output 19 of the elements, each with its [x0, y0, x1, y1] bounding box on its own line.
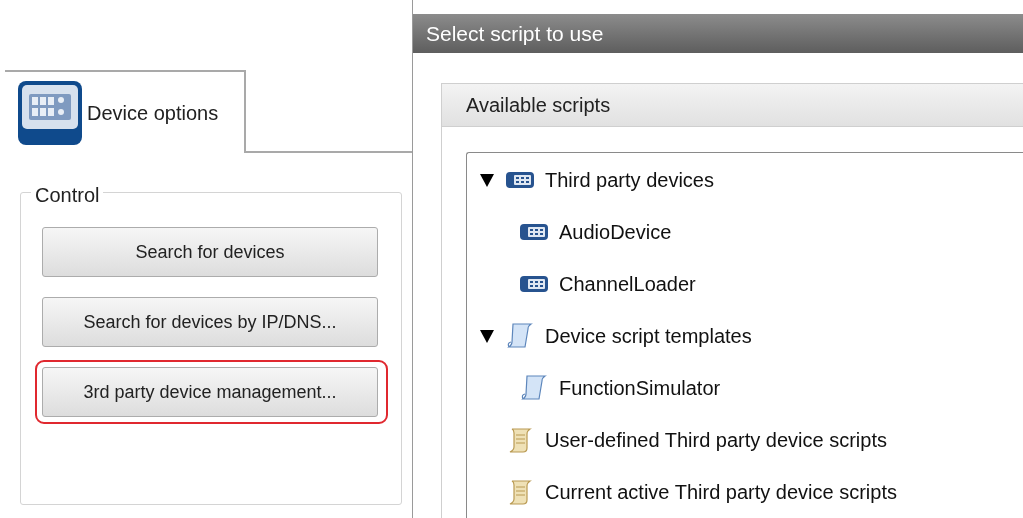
keypad-icon	[17, 79, 83, 146]
scroll-icon	[519, 373, 549, 403]
action-button[interactable]: Search for devices by IP/DNS...	[42, 297, 378, 347]
device-options-tab[interactable]: Device options	[5, 70, 246, 153]
tab-label: Device options	[87, 100, 219, 126]
action-button[interactable]: 3rd party device management...	[42, 367, 378, 417]
section-header: Available scripts	[442, 84, 1023, 127]
tree-item[interactable]: ChannelLoader	[559, 269, 696, 299]
dialog-title: Select script to use	[413, 13, 1023, 54]
tree-item[interactable]: AudioDevice	[559, 217, 672, 247]
tree-item[interactable]: FunctionSimulator	[559, 373, 721, 403]
tree-item[interactable]: Third party devices	[545, 165, 714, 195]
expanded-triangle-icon[interactable]	[479, 328, 495, 344]
scroll-icon	[505, 321, 535, 351]
expanded-triangle-icon[interactable]	[479, 172, 495, 188]
action-button[interactable]: Search for devices	[42, 227, 378, 277]
tree-item[interactable]: User-defined Third party device scripts	[545, 425, 887, 455]
tree-item[interactable]: Device script templates	[545, 321, 752, 351]
tree-item[interactable]: Current active Third party device scripts	[545, 477, 897, 507]
